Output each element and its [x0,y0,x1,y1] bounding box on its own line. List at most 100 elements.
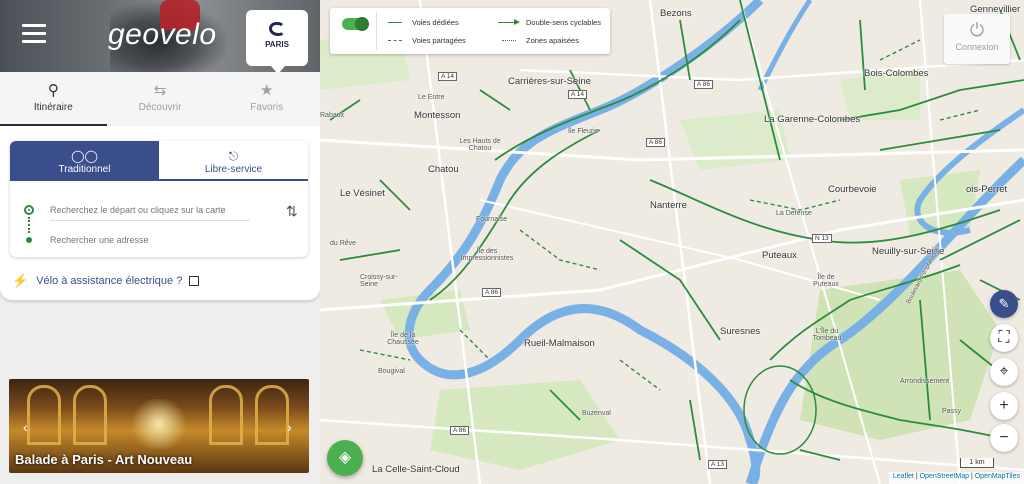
place-label: Puteaux [762,250,797,261]
promo-image-arch [209,385,243,445]
layers-icon: ◈ [338,449,352,466]
place-label: Île Fleurie [568,128,599,135]
promo-image-arch [27,385,61,445]
layers-button[interactable]: ◈ [327,440,363,476]
road-shield: N 13 [812,234,832,243]
ebike-checkbox[interactable] [189,276,200,286]
fullscreen-icon: ⛶ [998,329,1010,346]
place-label: Les Hauts de Chatou [459,138,501,152]
lightning-icon: ⚡ [12,273,29,288]
legend-item-shared: Voies partagées [388,36,466,45]
crosshair-icon: ⌖ [999,363,1009,380]
place-label: La Défense [776,210,812,217]
paris-logo-icon [269,22,285,36]
zoom-out-button[interactable]: − [990,424,1018,452]
mode-tab-traditionnel[interactable]: ◯◯ Traditionnel [10,141,159,181]
mode-tab-libre-service-label: Libre-service [204,164,263,175]
park-area [430,380,620,470]
place-label: du Rêve [330,240,357,247]
openmaptiles-link[interactable]: OpenMapTiles [975,473,1020,480]
place-label: Montesson [414,110,461,121]
swap-icon[interactable]: ⇅ [286,203,298,220]
promo-image-arch [73,385,107,445]
legend-label: Zones apaisées [526,36,579,45]
locate-button[interactable]: ⌖ [990,358,1018,386]
place-label: Passy [942,408,962,415]
road-shield: A 86 [694,80,714,89]
solid-line-icon [388,22,402,23]
map-pin-icon: ⚲ [47,82,59,99]
tab-decouvrir-label: Découvrir [138,102,182,113]
end-row [10,225,308,255]
tab-itineraire[interactable]: ⚲ Itinéraire [0,72,107,126]
leaflet-link[interactable]: Leaflet [893,473,914,480]
tab-decouvrir[interactable]: ⇆ Découvrir [107,72,214,126]
report-issue-button[interactable]: ✎ [990,290,1018,318]
ebike-label: Vélo à assistance électrique ? [36,275,183,287]
bicycle-icon: ◯◯ [71,149,98,163]
end-point-icon [26,237,32,243]
place-label: Carrières-sur-Seine [508,76,591,87]
dotted-line-icon [502,40,516,41]
start-point-icon [24,205,34,215]
dashed-line-icon [388,40,402,41]
end-input[interactable] [50,229,250,251]
arrow-line-icon [498,19,520,25]
login-button[interactable]: ⏻ Connexion [944,14,1010,64]
place-label: Buzenval [582,410,611,417]
chevron-right-icon[interactable]: › [287,419,292,435]
mode-tabs: ◯◯ Traditionnel ⎋ Libre-service [10,141,308,181]
tab-favoris[interactable]: ★ Favoris [213,72,320,126]
plus-icon: + [999,397,1009,414]
place-label: Rueil-Malmaison [524,338,595,349]
header-banner: geovelo PARIS [0,0,320,72]
road-shield: A 86 [482,288,502,297]
star-icon: ★ [259,82,274,99]
app-root: geovelo PARIS ⚲ Itinéraire ⇆ Découvrir ★… [0,0,1024,484]
road-shield: A 86 [450,426,470,435]
place-label: Suresnes [720,326,761,337]
route-card: ◯◯ Traditionnel ⎋ Libre-service ⇅ [10,141,308,257]
place-label: Courbevoie [828,184,877,195]
minus-icon: − [999,429,1009,446]
legend-item-calm: Zones apaisées [502,36,579,45]
ebike-option[interactable]: ⚡ Vélo à assistance électrique ? [12,272,200,290]
place-label: La Garenne-Colombes [764,114,861,125]
promo-card[interactable]: ‹ › Balade à Paris - Art Nouveau [9,379,309,473]
place-label: Île des Impressionnistes [460,248,514,262]
zoom-in-button[interactable]: + [990,392,1018,420]
partner-badge: PARIS [246,10,308,72]
tab-favoris-label: Favoris [250,102,284,113]
mode-tab-libre-service[interactable]: ⎋ Libre-service [159,141,308,181]
park-area [800,270,1000,440]
chevron-left-icon[interactable]: ‹ [23,419,28,435]
legend-toggle[interactable] [342,17,369,31]
mode-tab-traditionnel-label: Traditionnel [58,164,111,175]
menu-icon[interactable] [22,24,46,44]
promo-title: Balade à Paris - Art Nouveau [15,452,193,467]
tab-itineraire-label: Itinéraire [33,102,73,113]
place-label: ois-Perret [966,184,1008,195]
place-label: Le Entre [418,94,445,101]
place-label: Rabaux [320,112,345,119]
login-label: Connexion [955,42,999,52]
place-label: Nanterre [650,200,687,211]
place-label: Fournaise [476,216,508,223]
partner-badge-label: PARIS [265,40,289,49]
road-shield: A 13 [708,460,728,469]
legend-label: Voies partagées [412,36,466,45]
promo-image-light [129,399,189,449]
power-icon: ⏻ [969,20,985,40]
bike-share-icon: ⎋ [228,149,239,163]
osm-link[interactable]: OpenStreetMap [920,473,969,480]
map[interactable]: Bezons Gennevillier Carrières-sur-Seine … [320,0,1024,484]
legend-item-two-way: Double-sens cyclables [498,18,601,27]
place-label: Bois-Colombes [864,68,929,79]
place-label: Île de Puteaux [813,274,839,288]
start-row [10,195,308,225]
place-label: L'Île du Tombeau [812,328,842,342]
start-input[interactable] [50,199,250,221]
place-label: Croissy-sur-Seine [360,274,398,288]
scale-bar: 1 km [960,458,994,468]
fullscreen-button[interactable]: ⛶ [990,324,1018,352]
